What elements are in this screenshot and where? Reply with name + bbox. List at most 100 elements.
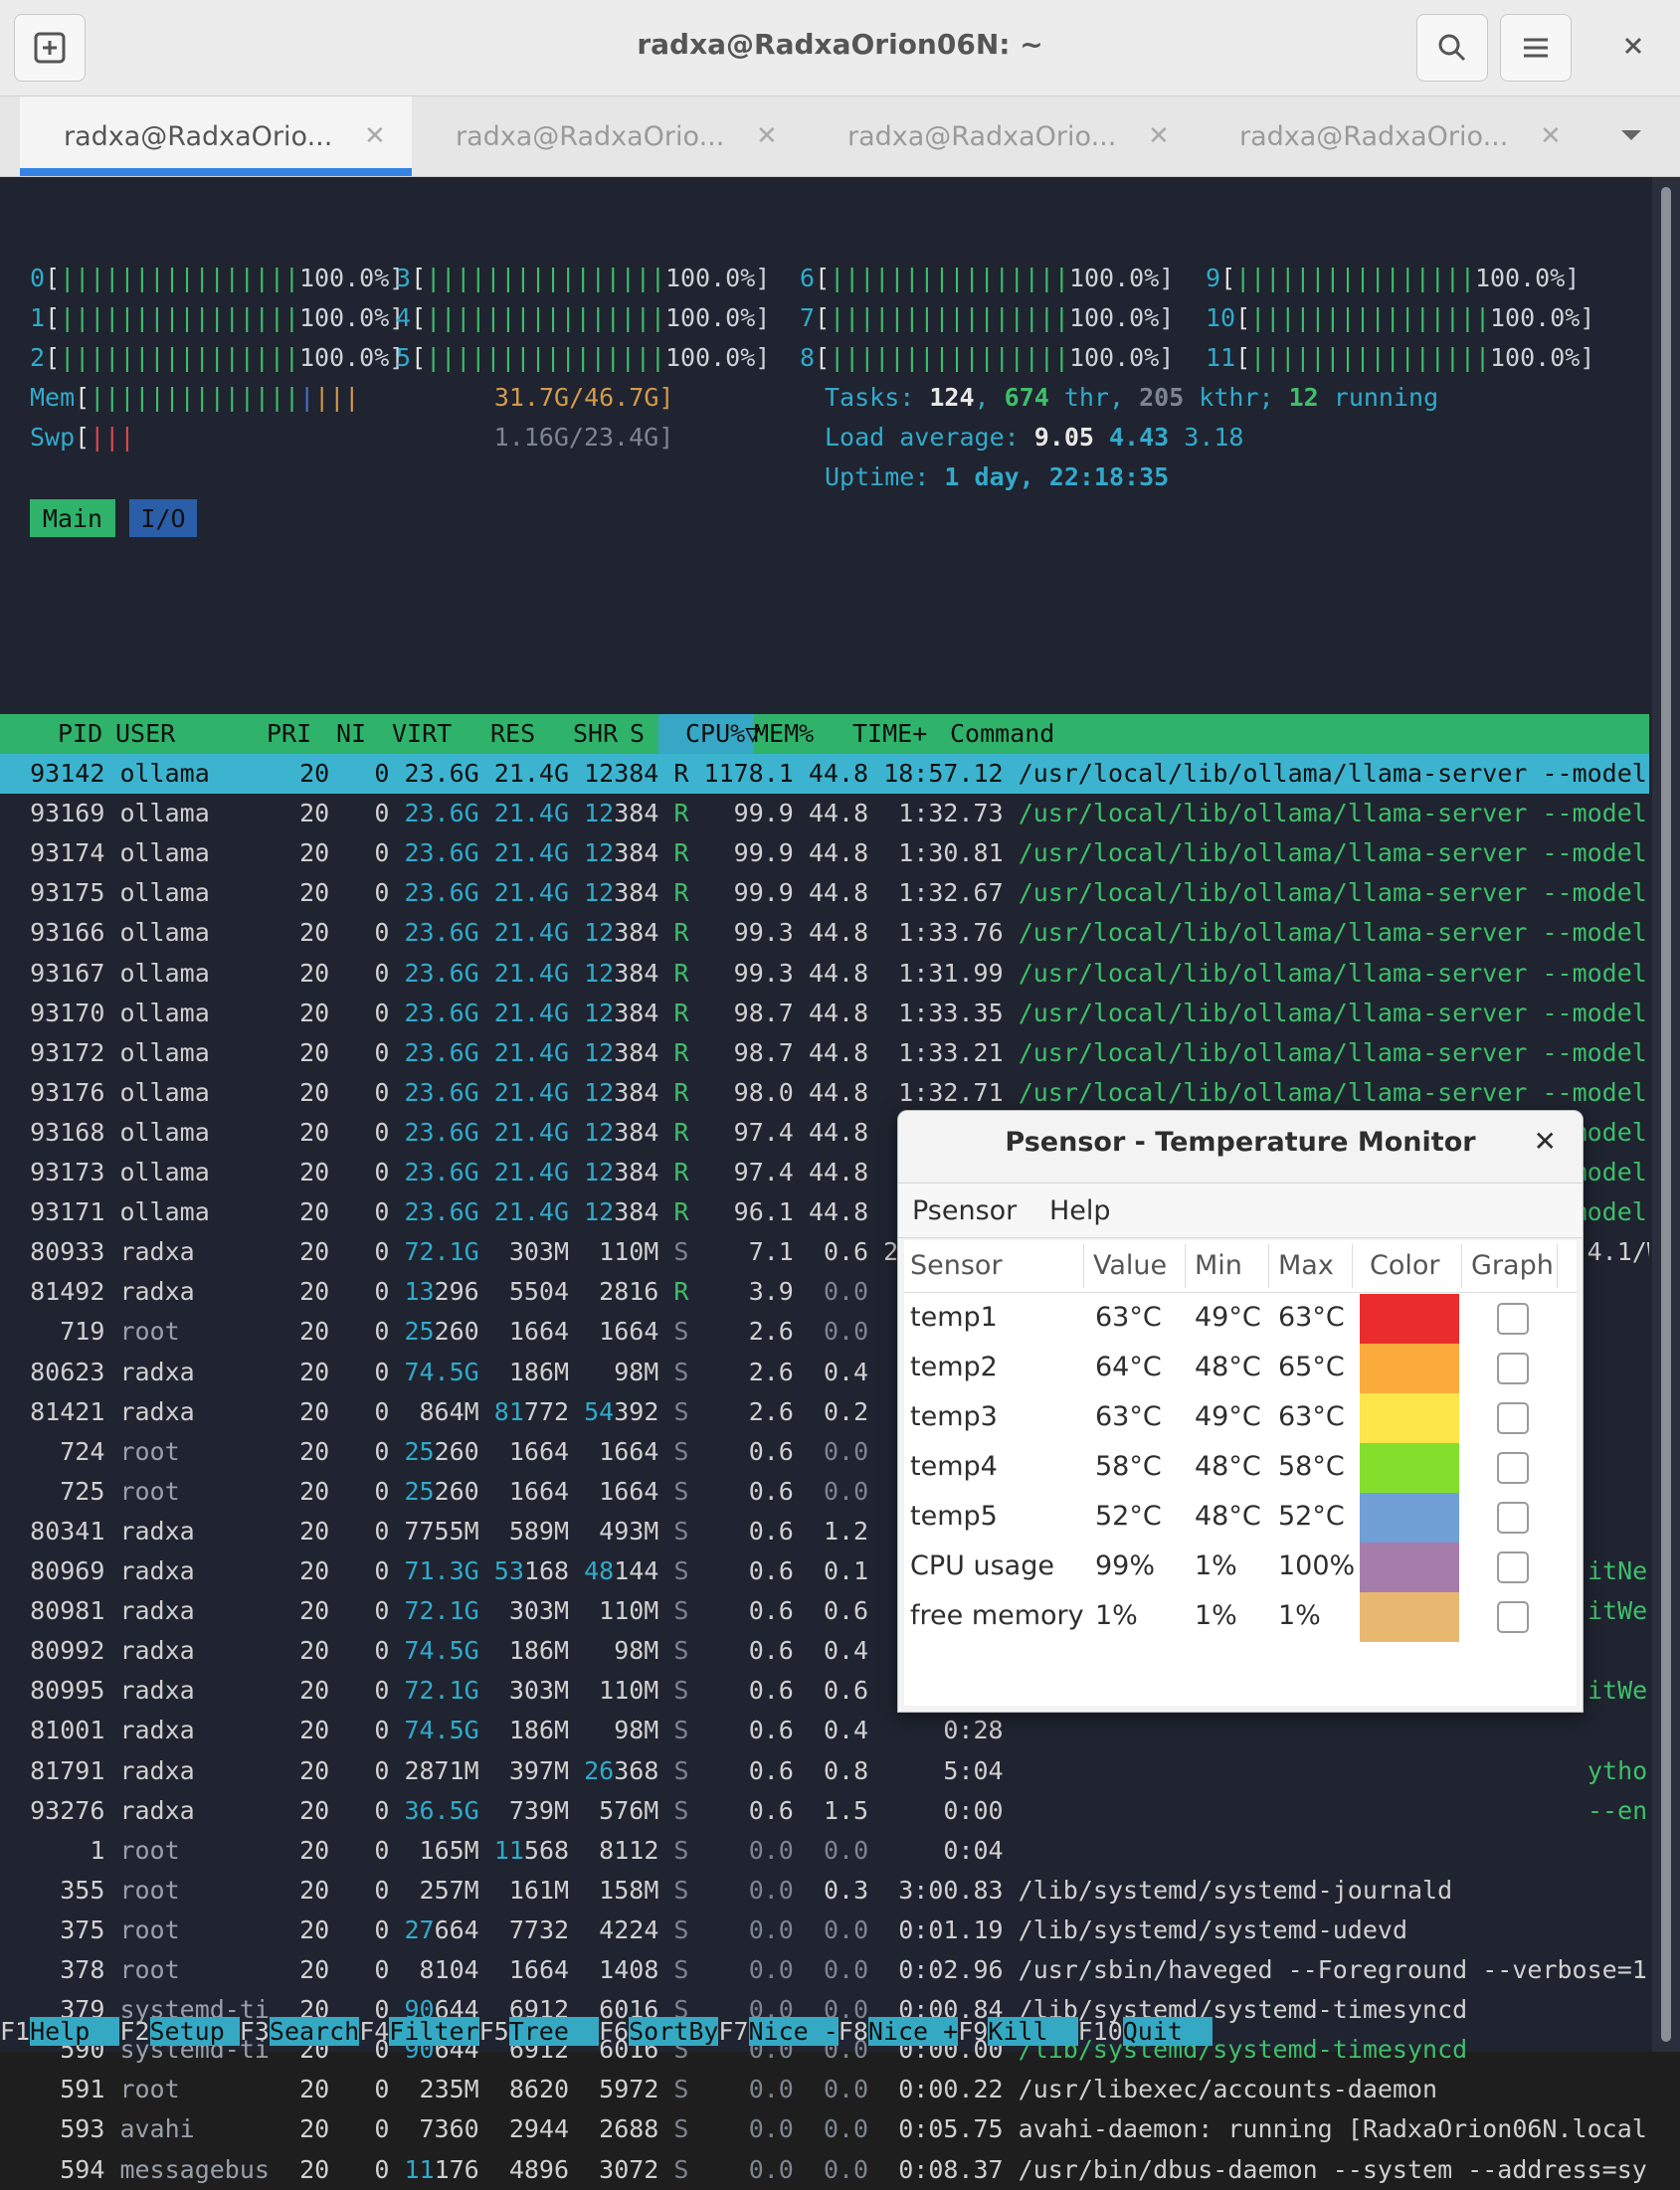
graph-checkbox[interactable] (1497, 1452, 1529, 1484)
col-graph[interactable]: Graph (1471, 1250, 1554, 1281)
sensor-row[interactable]: temp4 58°C 48°C 58°C (904, 1443, 1577, 1493)
process-row[interactable]: 594 messagebus 20 0 11176 4896 3072 S 0.… (0, 2150, 1649, 2190)
close-button[interactable] (1613, 26, 1653, 66)
process-row[interactable]: 375 root 20 0 27664 7732 4224 S 0.0 0.0 … (0, 1911, 1649, 1950)
process-row[interactable]: 1 root 20 0 165M 11568 8112 S 0.0 0.0 0:… (0, 1831, 1649, 1871)
menu-button[interactable] (1500, 14, 1572, 82)
sensor-row[interactable]: CPU usage 99% 1% 100% (904, 1543, 1577, 1592)
sensor-color-swatch[interactable] (1360, 1393, 1459, 1443)
graph-checkbox[interactable] (1497, 1303, 1529, 1335)
scrollbar-thumb[interactable] (1661, 187, 1671, 2042)
cell-pri: 20 (299, 759, 330, 788)
tab-close-icon[interactable]: ✕ (1540, 121, 1562, 151)
cell-user: root (119, 1915, 180, 1944)
process-row[interactable]: 81001 radxa 20 0 74.5G 186M 98M S 0.6 0.… (0, 1711, 1649, 1750)
fkey-f1[interactable]: F1Help (0, 2012, 120, 2052)
graph-checkbox[interactable] (1497, 1551, 1529, 1583)
graph-checkbox[interactable] (1497, 1502, 1529, 1534)
process-row[interactable]: 591 root 20 0 235M 8620 5972 S 0.0 0.0 0… (0, 2070, 1649, 2109)
screen-tab-io[interactable]: I/O (129, 499, 197, 537)
col-mem[interactable]: MEM% (754, 714, 814, 754)
cell-ni: 0 (374, 1755, 390, 1785)
tab-2[interactable]: radxa@RadxaOrio... ✕ (412, 96, 804, 176)
process-row[interactable]: 93172 ollama 20 0 23.6G 21.4G 12384 R 98… (0, 1033, 1649, 1073)
col-ni[interactable]: NI (336, 714, 366, 754)
col-cpu[interactable]: CPU%▽ (685, 714, 760, 754)
sensor-row[interactable]: free memory 1% 1% 1% (904, 1592, 1577, 1642)
cell-ni: 0 (374, 2154, 390, 2184)
col-pid[interactable]: PID (58, 714, 102, 754)
fkey-f4[interactable]: F4Filter (359, 2012, 479, 2052)
cell-user: root (119, 1835, 180, 1865)
psensor-close-icon[interactable]: ✕ (1534, 1125, 1557, 1158)
tab-close-icon[interactable]: ✕ (364, 121, 386, 151)
col-color[interactable]: Color (1370, 1250, 1440, 1281)
process-row[interactable]: 355 root 20 0 257M 161M 158M S 0.0 0.3 3… (0, 1871, 1649, 1911)
tab-list-chevron-down-icon[interactable] (1617, 126, 1645, 150)
scrollbar[interactable] (1652, 177, 1680, 2052)
col-virt[interactable]: VIRT (392, 714, 452, 754)
cpu-percent: 100.0%] (1490, 303, 1595, 332)
process-row[interactable]: 93276 radxa 20 0 36.5G 739M 576M S 0.6 1… (0, 1791, 1649, 1831)
fkey-f8[interactable]: F8Nice + (839, 2012, 959, 2052)
process-row[interactable]: 93167 ollama 20 0 23.6G 21.4G 12384 R 99… (0, 954, 1649, 994)
sensor-value: 58°C (1095, 1451, 1162, 1482)
fkey-f6[interactable]: F6SortBy (599, 2012, 719, 2052)
menu-psensor[interactable]: Psensor (912, 1195, 1017, 1226)
tab-4[interactable]: radxa@RadxaOrio... ✕ (1196, 96, 1587, 176)
process-row[interactable]: 378 root 20 0 8104 1664 1408 S 0.0 0.0 0… (0, 1950, 1649, 1990)
cell-state: S (673, 1636, 689, 1666)
tab-close-icon[interactable]: ✕ (1148, 121, 1170, 151)
search-button[interactable] (1416, 14, 1488, 82)
sensor-row[interactable]: temp3 63°C 49°C 63°C (904, 1393, 1577, 1443)
col-pri[interactable]: PRI (267, 714, 311, 754)
col-shr[interactable]: SHR (573, 714, 618, 754)
col-min[interactable]: Min (1195, 1250, 1242, 1281)
sensor-color-swatch[interactable] (1360, 1294, 1459, 1344)
process-row[interactable]: 93170 ollama 20 0 23.6G 21.4G 12384 R 98… (0, 994, 1649, 1033)
col-time[interactable]: TIME+ (852, 714, 927, 754)
process-row[interactable]: 93142 ollama 20 0 23.6G 21.4G 12384 R 11… (0, 754, 1649, 794)
process-row[interactable]: 93174 ollama 20 0 23.6G 21.4G 12384 R 99… (0, 833, 1649, 873)
col-value[interactable]: Value (1093, 1250, 1167, 1281)
graph-checkbox[interactable] (1497, 1353, 1529, 1384)
process-row[interactable]: 93166 ollama 20 0 23.6G 21.4G 12384 R 99… (0, 913, 1649, 953)
process-row[interactable]: 81791 radxa 20 0 2871M 397M 26368 S 0.6 … (0, 1751, 1649, 1791)
col-user[interactable]: USER (115, 714, 175, 754)
cpu-usage-bar: |||||||||||||||| (830, 303, 1069, 332)
sensor-value: 52°C (1095, 1501, 1162, 1532)
sensor-color-swatch[interactable] (1360, 1443, 1459, 1493)
sensor-color-swatch[interactable] (1360, 1592, 1459, 1642)
col-s[interactable]: S (630, 714, 645, 754)
cell-ni: 0 (374, 1436, 390, 1466)
col-res[interactable]: RES (490, 714, 535, 754)
sensor-color-swatch[interactable] (1360, 1344, 1459, 1393)
sensor-color-swatch[interactable] (1360, 1543, 1459, 1592)
fkey-f3[interactable]: F3Search (240, 2012, 360, 2052)
fkey-f7[interactable]: F7Nice - (718, 2012, 839, 2052)
tab-close-icon[interactable]: ✕ (756, 121, 778, 151)
fkey-f9[interactable]: F9Kill (958, 2012, 1078, 2052)
menu-help[interactable]: Help (1049, 1195, 1111, 1226)
graph-checkbox[interactable] (1497, 1601, 1529, 1633)
process-row[interactable]: 93175 ollama 20 0 23.6G 21.4G 12384 R 99… (0, 873, 1649, 913)
cell-mem: 1.2 (823, 1516, 869, 1546)
sensor-row[interactable]: temp5 52°C 48°C 52°C (904, 1493, 1577, 1543)
sensor-color-swatch[interactable] (1360, 1493, 1459, 1543)
fkey-f10[interactable]: F10Quit (1078, 2012, 1213, 2052)
fkey-f2[interactable]: F2Setup (119, 2012, 240, 2052)
graph-checkbox[interactable] (1497, 1402, 1529, 1434)
process-row[interactable]: 93176 ollama 20 0 23.6G 21.4G 12384 R 98… (0, 1073, 1649, 1113)
sensor-row[interactable]: temp2 64°C 48°C 65°C (904, 1344, 1577, 1393)
sensor-row[interactable]: temp1 63°C 49°C 63°C (904, 1294, 1577, 1344)
col-sensor[interactable]: Sensor (910, 1250, 1003, 1281)
tab-3[interactable]: radxa@RadxaOrio... ✕ (804, 96, 1196, 176)
process-row[interactable]: 93169 ollama 20 0 23.6G 21.4G 12384 R 99… (0, 794, 1649, 833)
tab-1[interactable]: radxa@RadxaOrio... ✕ (20, 96, 412, 176)
cpu-label: 8 (800, 343, 816, 372)
fkey-f5[interactable]: F5Tree (479, 2012, 600, 2052)
process-row[interactable]: 593 avahi 20 0 7360 2944 2688 S 0.0 0.0 … (0, 2109, 1649, 2149)
col-max[interactable]: Max (1278, 1250, 1334, 1281)
screen-tab-main[interactable]: Main (30, 499, 115, 537)
col-command[interactable]: Command (950, 714, 1054, 754)
